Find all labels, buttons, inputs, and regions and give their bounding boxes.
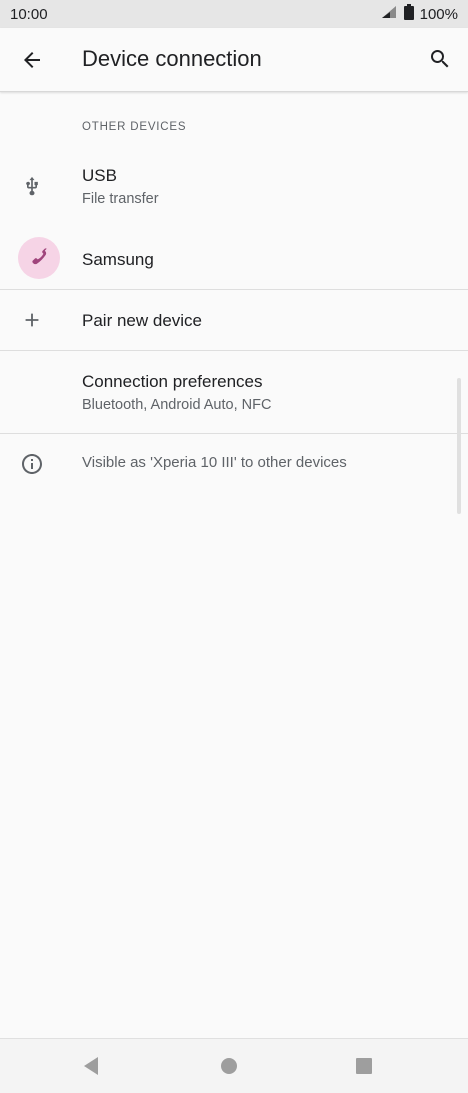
search-icon[interactable] bbox=[428, 47, 452, 71]
nav-recents-icon[interactable] bbox=[352, 1054, 376, 1078]
connection-preferences-subtitle: Bluetooth, Android Auto, NFC bbox=[82, 397, 272, 413]
pair-new-device-label: Pair new device bbox=[82, 311, 203, 330]
visibility-info-text: Visible as 'Xperia 10 III' to other devi… bbox=[82, 454, 347, 471]
phone-icon bbox=[28, 245, 50, 272]
usb-subtitle: File transfer bbox=[82, 191, 159, 207]
visibility-info-row: Visible as 'Xperia 10 III' to other devi… bbox=[0, 434, 468, 494]
connection-preferences-title: Connection preferences bbox=[82, 372, 263, 391]
device-avatar bbox=[18, 237, 60, 279]
navigation-bar bbox=[0, 1038, 468, 1093]
nav-back-icon[interactable] bbox=[80, 1054, 104, 1078]
info-icon bbox=[18, 450, 46, 478]
status-time: 10:00 bbox=[10, 5, 48, 23]
section-header-other-devices: OTHER DEVICES bbox=[82, 121, 187, 133]
samsung-title: Samsung bbox=[82, 250, 154, 269]
samsung-row[interactable]: Samsung bbox=[0, 229, 468, 289]
plus-icon bbox=[18, 306, 46, 334]
usb-title: USB bbox=[82, 166, 117, 185]
status-bar: 10:00 100% bbox=[0, 0, 468, 28]
battery-icon bbox=[403, 4, 414, 24]
connection-preferences-row[interactable]: Connection preferences Bluetooth, Androi… bbox=[0, 351, 468, 433]
page-title: Device connection bbox=[82, 46, 262, 71]
status-icons: 100% bbox=[380, 4, 458, 24]
battery-percent: 100% bbox=[419, 5, 458, 23]
nav-home-icon[interactable] bbox=[217, 1054, 241, 1078]
pair-new-device-row[interactable]: Pair new device bbox=[0, 290, 468, 350]
app-bar: Device connection bbox=[0, 28, 468, 92]
usb-row[interactable]: USB File transfer bbox=[0, 156, 468, 218]
arrow-back-icon[interactable] bbox=[20, 48, 44, 72]
scrollbar[interactable] bbox=[457, 378, 461, 514]
usb-icon bbox=[18, 172, 46, 200]
signal-icon bbox=[380, 5, 398, 23]
